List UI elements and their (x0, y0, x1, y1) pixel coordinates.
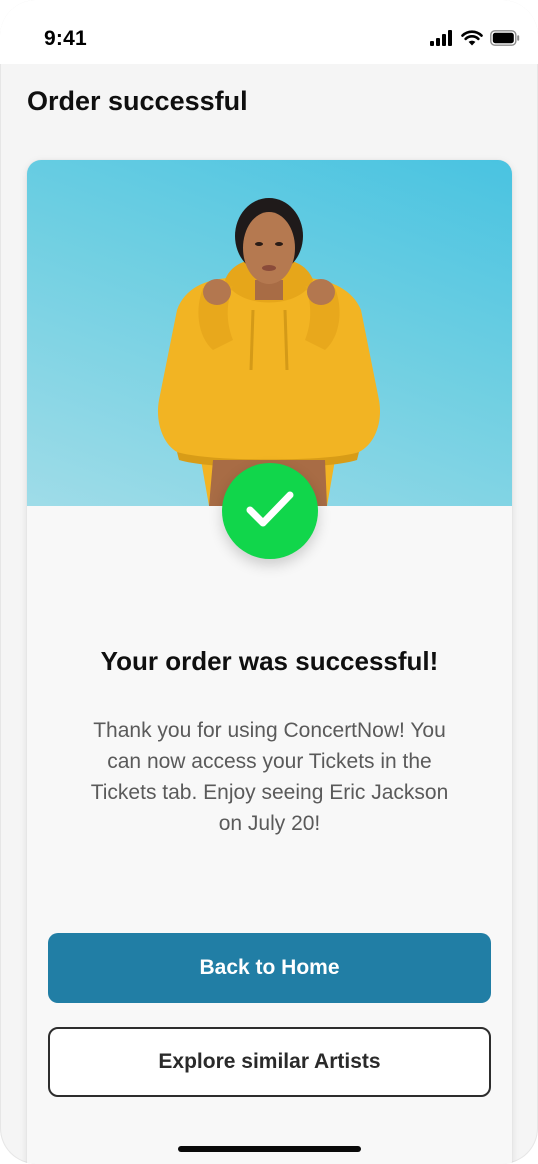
success-heading: Your order was successful! (100, 646, 439, 676)
home-indicator[interactable] (178, 1146, 361, 1152)
status-icons (430, 28, 520, 48)
success-message: Thank you for using ConcertNow! You can … (90, 719, 449, 835)
order-confirmation-card: Your order was successful! Thank you for… (27, 160, 512, 1164)
page-title: Order successful (27, 86, 248, 116)
explore-similar-artists-button[interactable]: Explore similar Artists (48, 1027, 491, 1097)
status-time: 9:41 (44, 27, 87, 50)
checkmark-icon (244, 487, 296, 536)
success-badge (222, 463, 318, 559)
status-bar: 9:41 (0, 0, 538, 64)
cellular-signal-icon (430, 30, 454, 46)
battery-icon (490, 30, 520, 46)
phone-screen: 9:41 Order successful Your order was suc… (0, 0, 538, 1164)
back-to-home-button[interactable]: Back to Home (48, 933, 491, 1003)
artist-photo (27, 160, 512, 506)
wifi-icon (461, 30, 483, 46)
